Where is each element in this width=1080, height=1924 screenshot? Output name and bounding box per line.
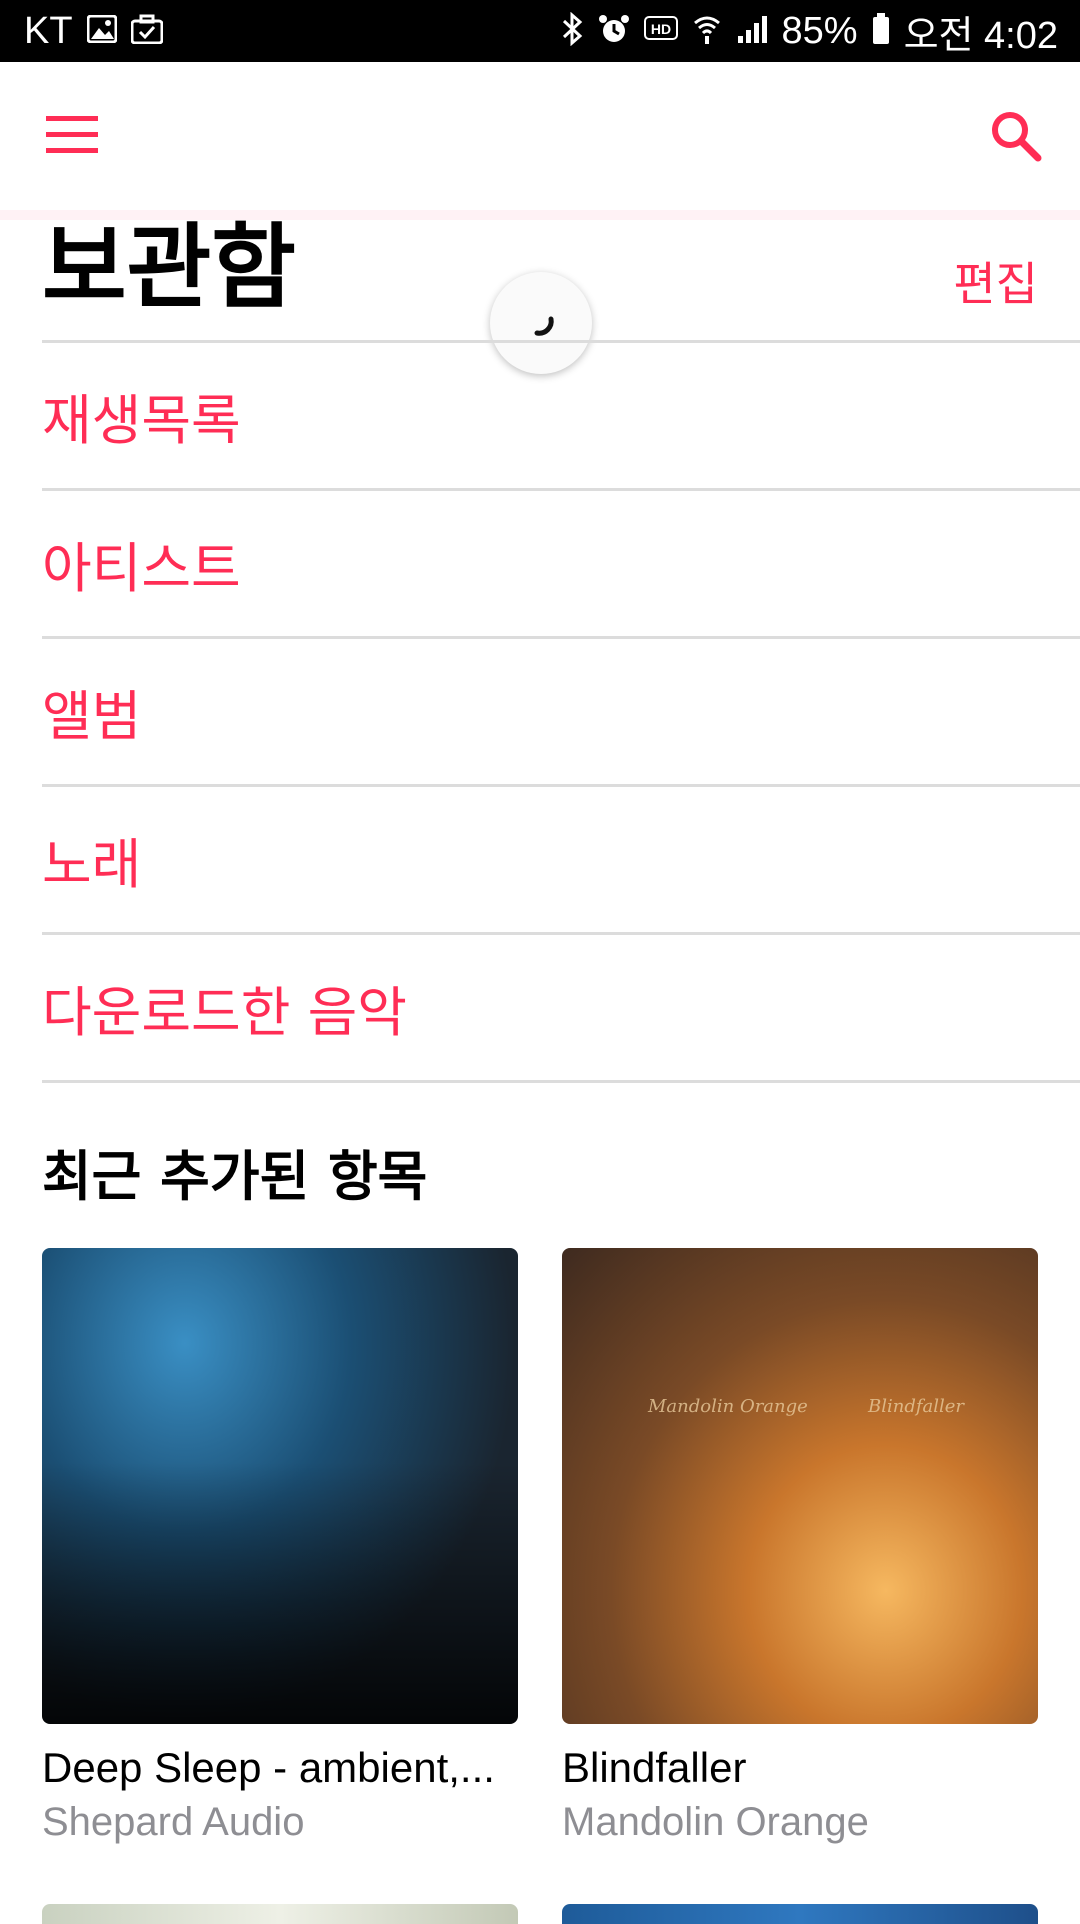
album-artist: Mandolin Orange [562, 1800, 869, 1844]
recently-added-title: 최근 추가된 항목 [42, 1145, 428, 1208]
album-artwork-partial[interactable] [562, 1904, 1038, 1924]
artwork-album-text: Blindfaller [868, 1396, 965, 1417]
image-icon [86, 14, 118, 47]
album-card[interactable]: Deep Sleep - ambient,... Shepard Audio [42, 1248, 518, 1845]
library-item-downloaded[interactable]: 다운로드한 음악 [42, 932, 1080, 1080]
page-title: 보관함 [42, 214, 296, 321]
status-bar: KT HD 85% 오전 4:02 [0, 0, 1080, 62]
search-button[interactable] [990, 110, 1042, 162]
album-artwork[interactable] [42, 1248, 518, 1724]
wifi-icon [692, 13, 722, 49]
edit-button[interactable]: 편집 [953, 248, 1038, 314]
bluetooth-icon [560, 11, 584, 50]
menu-button[interactable] [46, 114, 98, 156]
alarm-icon [598, 13, 630, 49]
svg-text:HD: HD [650, 21, 670, 37]
battery-icon [872, 13, 890, 49]
album-artwork[interactable]: Mandolin Orange Blindfaller [562, 1248, 1038, 1724]
library-item-songs[interactable]: 노래 [42, 784, 1080, 932]
album-title: Deep Sleep - ambient,... [42, 1744, 495, 1791]
album-title: Blindfaller [562, 1744, 747, 1791]
app-bar [0, 62, 1080, 210]
album-card[interactable]: Mandolin Orange Blindfaller Blindfaller … [562, 1248, 1038, 1845]
status-bar-left: KT [24, 9, 164, 53]
carrier-label: KT [24, 9, 73, 52]
menu-icon [46, 116, 98, 160]
signal-icon [736, 14, 768, 48]
hd-icon: HD [643, 15, 678, 47]
search-icon [990, 112, 1042, 166]
library-item-albums[interactable]: 앨범 [42, 636, 1080, 784]
album-artist: Shepard Audio [42, 1800, 305, 1844]
library-item-playlists[interactable]: 재생목록 [42, 340, 1080, 488]
album-artwork-partial[interactable] [42, 1904, 518, 1924]
artwork-artist-text: Mandolin Orange [648, 1396, 808, 1417]
library-item-artists[interactable]: 아티스트 [42, 488, 1080, 636]
clock: 오전 4:02 [903, 14, 1058, 57]
briefcase-icon [130, 14, 164, 48]
battery-percent: 85% [781, 9, 858, 52]
library-menu: 재생목록 아티스트 앨범 노래 다운로드한 음악 [42, 340, 1080, 1083]
divider [42, 1080, 1080, 1083]
status-bar-right: HD 85% 오전 4:02 [546, 4, 1058, 59]
